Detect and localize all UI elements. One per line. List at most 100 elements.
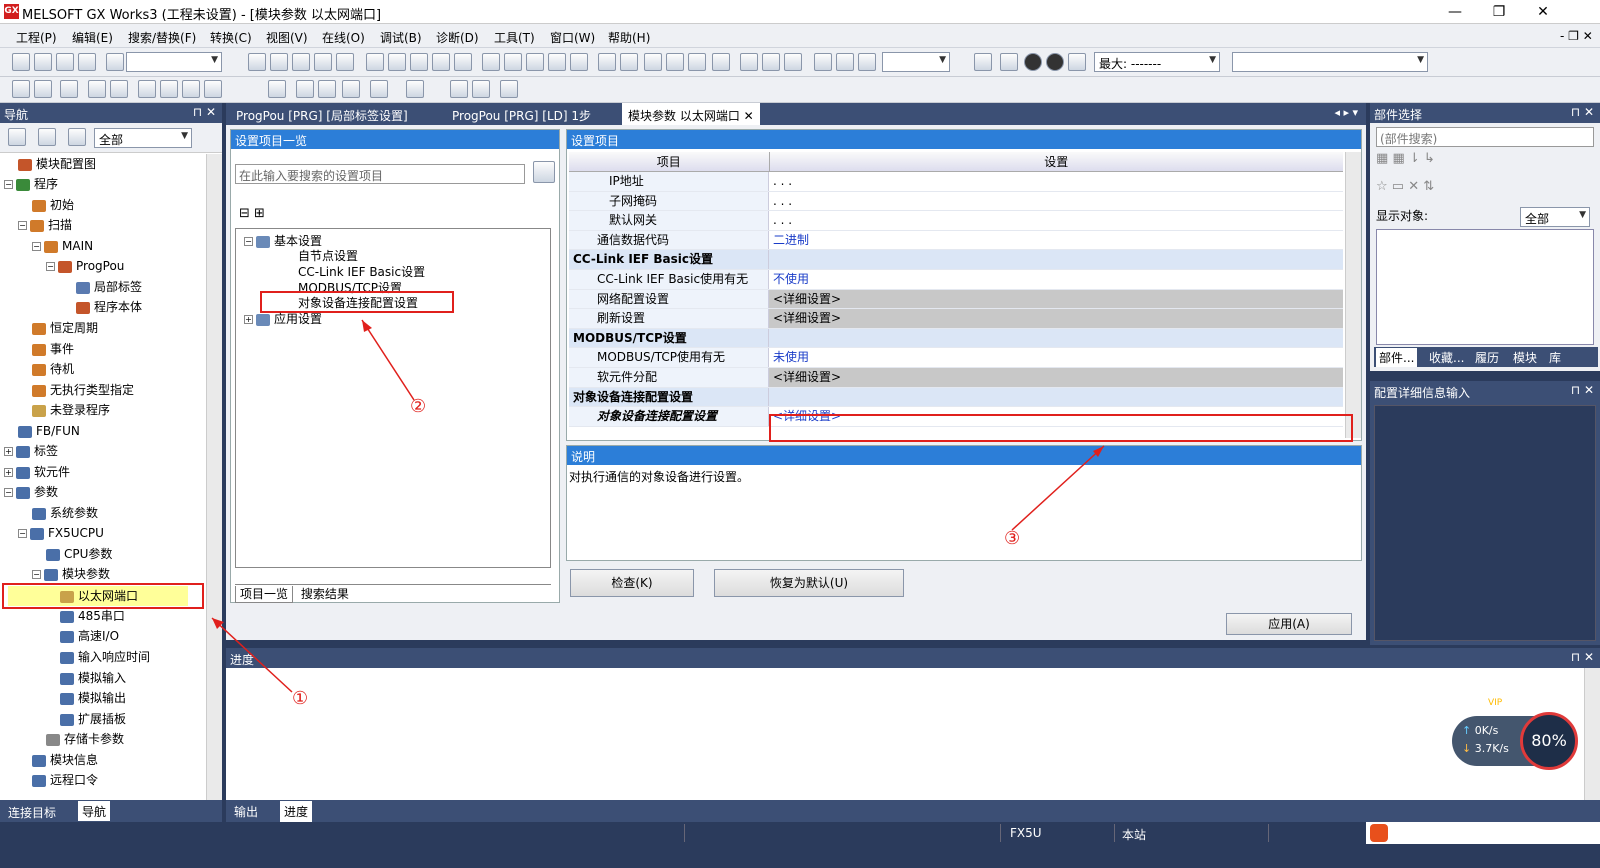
- monitor-stop-icon[interactable]: [570, 53, 588, 71]
- binoculars-icon[interactable]: [533, 161, 555, 183]
- layout-2-icon[interactable]: [472, 80, 490, 98]
- tree-item-program-body[interactable]: 程序本体: [76, 297, 142, 317]
- tab-library[interactable]: 库: [1546, 348, 1564, 367]
- zoom-combo[interactable]: ▼: [882, 52, 950, 72]
- gear-icon[interactable]: [68, 128, 86, 146]
- restore-button[interactable]: ❐: [1484, 2, 1514, 22]
- expand-icon[interactable]: [8, 128, 26, 146]
- stop-icon[interactable]: [1000, 53, 1018, 71]
- expand-toggle[interactable]: +: [4, 447, 13, 456]
- tree-item-main[interactable]: − MAIN: [32, 236, 93, 256]
- parts-list[interactable]: [1376, 229, 1594, 345]
- collapse-all-icon[interactable]: ⊞: [254, 206, 265, 221]
- minimize-button[interactable]: —: [1440, 2, 1470, 22]
- mdi-window-controls[interactable]: - ❐ ✕: [1560, 29, 1593, 43]
- open-icon[interactable]: [34, 53, 52, 71]
- close-button[interactable]: ✕: [1528, 2, 1558, 22]
- check-syntax-icon[interactable]: [296, 80, 314, 98]
- tree-item-remote-password[interactable]: 远程口令: [32, 770, 98, 790]
- new-icon[interactable]: [12, 53, 30, 71]
- redo-icon[interactable]: [336, 53, 354, 71]
- tree-item-high-speed-io[interactable]: 高速I/O: [60, 626, 119, 646]
- tree-item-analog-output[interactable]: 模拟输出: [60, 688, 126, 708]
- print-preview-icon[interactable]: [60, 80, 78, 98]
- menu-project[interactable]: 工程(P): [16, 29, 57, 46]
- toolbar-combo-1[interactable]: ▼: [126, 52, 222, 72]
- check-button[interactable]: 检查(K): [570, 569, 694, 597]
- settings-row[interactable]: MODBUS/TCP使用有无 未使用: [569, 348, 1343, 368]
- tree-item-unregistered[interactable]: 未登录程序: [32, 400, 110, 420]
- help-icon[interactable]: [106, 53, 124, 71]
- expand-all-icon[interactable]: ⊟: [239, 206, 250, 221]
- tab-progress[interactable]: 进度: [280, 801, 313, 822]
- split-view-icon[interactable]: [88, 80, 106, 98]
- parts-tool-3-icon[interactable]: ⇂: [1409, 151, 1420, 166]
- tree-item-ethernet-port[interactable]: 以太网端口: [8, 586, 188, 606]
- tab-connection-target[interactable]: 连接目标: [4, 802, 60, 823]
- dev-mode-icon[interactable]: [620, 53, 638, 71]
- search-icon[interactable]: [406, 80, 424, 98]
- settings-group-row[interactable]: MODBUS/TCP设置: [569, 328, 1343, 349]
- tab-favorites[interactable]: 收藏...: [1426, 348, 1467, 367]
- settings-item-value[interactable]: 不使用: [769, 270, 1343, 289]
- menu-online[interactable]: 在线(O): [322, 29, 365, 46]
- read-plc-icon[interactable]: [504, 53, 522, 71]
- tree-item-scan[interactable]: − 扫描: [18, 215, 72, 235]
- collapse-icon[interactable]: [38, 128, 56, 146]
- convert-all-icon[interactable]: [388, 53, 406, 71]
- collapse-toggle[interactable]: −: [18, 221, 27, 230]
- tab-item-list[interactable]: 项目一览: [235, 586, 294, 603]
- copy-icon[interactable]: [270, 53, 288, 71]
- dev-test-icon[interactable]: [598, 53, 616, 71]
- menu-edit[interactable]: 编辑(E): [72, 29, 113, 46]
- menu-window[interactable]: 窗口(W): [550, 29, 595, 46]
- tree-item-module-config[interactable]: 模块配置图: [6, 154, 96, 174]
- settings-row[interactable]: 通信数据代码 二进制: [569, 230, 1343, 251]
- bp-go-icon[interactable]: [666, 53, 684, 71]
- collapse-toggle[interactable]: −: [244, 237, 253, 246]
- tab-parts[interactable]: 部件...: [1376, 348, 1418, 367]
- zoom-in-icon[interactable]: [814, 53, 832, 71]
- monitor-start-icon[interactable]: [548, 53, 566, 71]
- tree-item-standby[interactable]: 待机: [32, 359, 74, 379]
- project-view-icon[interactable]: [12, 80, 30, 98]
- print-icon[interactable]: [78, 53, 96, 71]
- collapse-toggle[interactable]: −: [4, 488, 13, 497]
- tree-item-system-param[interactable]: 系统参数: [32, 503, 98, 523]
- network-speed-widget[interactable]: ↑ 0K/s ↓ 3.7K/s 80% VIP: [1452, 698, 1578, 770]
- tree-item-program[interactable]: − 程序: [4, 174, 58, 194]
- delete-icon[interactable]: ✕: [1408, 179, 1419, 194]
- scan-time-combo[interactable]: 最大: ------- ▼: [1094, 52, 1220, 72]
- tree-item-labels[interactable]: + 标签: [4, 441, 58, 461]
- convert-icon[interactable]: [366, 53, 384, 71]
- tree-item-module-info[interactable]: 模块信息: [32, 750, 98, 770]
- progress-scrollbar[interactable]: [1584, 668, 1600, 800]
- tree-item-fixed-cycle[interactable]: 恒定周期: [32, 318, 98, 338]
- label-icon[interactable]: [268, 80, 286, 98]
- cut-icon[interactable]: [248, 53, 266, 71]
- check-circle-icon[interactable]: [1024, 53, 1042, 71]
- save-icon[interactable]: [56, 53, 74, 71]
- tab-history[interactable]: 履历: [1472, 348, 1502, 367]
- menu-help[interactable]: 帮助(H): [608, 29, 650, 46]
- parts-tool-2-icon[interactable]: ▦: [1392, 151, 1404, 166]
- settings-group-row[interactable]: CC-Link IEF Basic设置: [569, 250, 1343, 270]
- folder-icon[interactable]: ▭: [1392, 179, 1404, 194]
- close-icon[interactable]: ✕: [744, 109, 754, 123]
- tree-item-fx5ucpu[interactable]: − FX5UCPU: [18, 523, 104, 543]
- pin-icon[interactable]: ⊓ ✕: [1571, 383, 1594, 397]
- settings-item-value[interactable]: [769, 250, 1343, 269]
- device-list-icon[interactable]: [454, 53, 472, 71]
- menu-diagnostics[interactable]: 诊断(D): [436, 29, 479, 46]
- parts-tool-1-icon[interactable]: ▦: [1376, 151, 1388, 166]
- menu-tools[interactable]: 工具(T): [494, 29, 535, 46]
- verify-plc-icon[interactable]: [526, 53, 544, 71]
- layout-icon[interactable]: [450, 80, 468, 98]
- parts-tool-4-icon[interactable]: ↳: [1424, 151, 1435, 166]
- tree-item-expansion-board[interactable]: 扩展插板: [60, 709, 126, 729]
- watch-icon[interactable]: [370, 80, 388, 98]
- undo-icon[interactable]: [314, 53, 332, 71]
- expand-toggle[interactable]: +: [4, 468, 13, 477]
- settings-tree-application[interactable]: + 应用设置: [244, 309, 322, 329]
- toolbar-combo-3[interactable]: ▼: [1232, 52, 1428, 72]
